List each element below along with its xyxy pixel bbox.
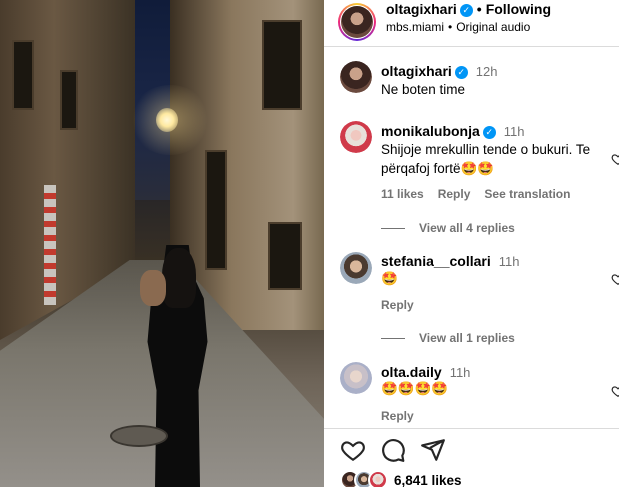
comment-time[interactable]: 12h	[476, 64, 498, 79]
comment-avatar[interactable]	[340, 121, 372, 153]
comment-time[interactable]: 11h	[499, 254, 520, 269]
author-avatar[interactable]	[338, 3, 376, 41]
comment-username[interactable]: stefania__collari	[381, 253, 491, 269]
comment-header: oltagixhari ✓ 12h	[381, 63, 498, 79]
share-icon[interactable]	[420, 437, 446, 463]
comment-avatar[interactable]	[340, 362, 372, 394]
post-side-panel: oltagixhari ✓ • Following mbs.miami • Origina…	[324, 0, 619, 487]
striped-door	[44, 185, 56, 305]
author-username[interactable]: oltagixhari	[386, 1, 457, 17]
likes-count[interactable]: 6,841 likes	[394, 473, 462, 487]
comment-likes[interactable]: 11 likes	[381, 187, 424, 201]
person-hair	[162, 248, 196, 308]
reply-button[interactable]: Reply	[381, 409, 414, 423]
comment-meta: Reply	[381, 298, 428, 312]
view-replies-button[interactable]: View all 1 replies	[381, 331, 515, 345]
street-lamp	[156, 108, 178, 132]
comment-header: stefania__collari 11h	[381, 253, 519, 269]
audio-link[interactable]: Original audio	[456, 20, 530, 34]
location-link[interactable]: mbs.miami	[386, 20, 444, 34]
comment-like-heart-icon[interactable]	[611, 152, 619, 166]
comment-header: monikalubonja ✓ 11h	[381, 123, 525, 139]
window	[268, 222, 302, 290]
comment-avatar[interactable]	[340, 252, 372, 284]
post-subtitle: mbs.miami • Original audio	[386, 20, 530, 34]
carried-child	[140, 270, 166, 306]
author-username-row: oltagixhari ✓ • Following	[386, 1, 551, 17]
comment-icon[interactable]	[380, 437, 406, 463]
following-button[interactable]: Following	[486, 1, 551, 17]
liker-avatar[interactable]	[368, 470, 388, 487]
comment-meta: Reply	[381, 409, 428, 423]
heart-icon[interactable]	[340, 437, 366, 463]
comment-header: olta.daily 11h	[381, 364, 470, 380]
post-header: oltagixhari ✓ • Following mbs.miami • Origina…	[324, 0, 619, 47]
comment-text: Shijoje mrekullin tende o bukuri. Te për…	[381, 142, 591, 176]
comment-time[interactable]: 11h	[450, 365, 471, 380]
view-replies-button[interactable]: View all 4 replies	[381, 221, 515, 235]
manhole-cover	[110, 425, 168, 447]
reply-button[interactable]: Reply	[381, 298, 414, 312]
comment-username[interactable]: monikalubonja	[381, 123, 480, 139]
separator-dot: •	[448, 20, 453, 34]
video-player[interactable]	[0, 0, 324, 487]
verified-badge-icon: ✓	[482, 126, 496, 139]
window	[60, 70, 78, 130]
comment-like-heart-icon[interactable]	[611, 272, 619, 286]
see-translation-button[interactable]: See translation	[484, 187, 570, 201]
comment-time[interactable]: 11h	[504, 124, 525, 139]
comment-avatar[interactable]	[340, 61, 372, 93]
window	[262, 20, 302, 110]
comment-text: Ne boten time	[381, 82, 466, 97]
reply-button[interactable]: Reply	[438, 187, 471, 201]
comment-text: 🤩🤩🤩🤩	[381, 381, 449, 396]
comment-text: 🤩	[381, 271, 398, 286]
comment-meta: 11 likes Reply See translation	[381, 187, 584, 201]
verified-badge-icon: ✓	[459, 4, 473, 17]
comment-like-heart-icon[interactable]	[611, 384, 619, 398]
window	[12, 40, 34, 110]
comment-username[interactable]: olta.daily	[381, 364, 442, 380]
verified-badge-icon: ✓	[454, 66, 468, 79]
comment-username[interactable]: oltagixhari	[381, 63, 452, 79]
separator-dot: •	[476, 1, 482, 17]
doorway	[205, 150, 227, 270]
